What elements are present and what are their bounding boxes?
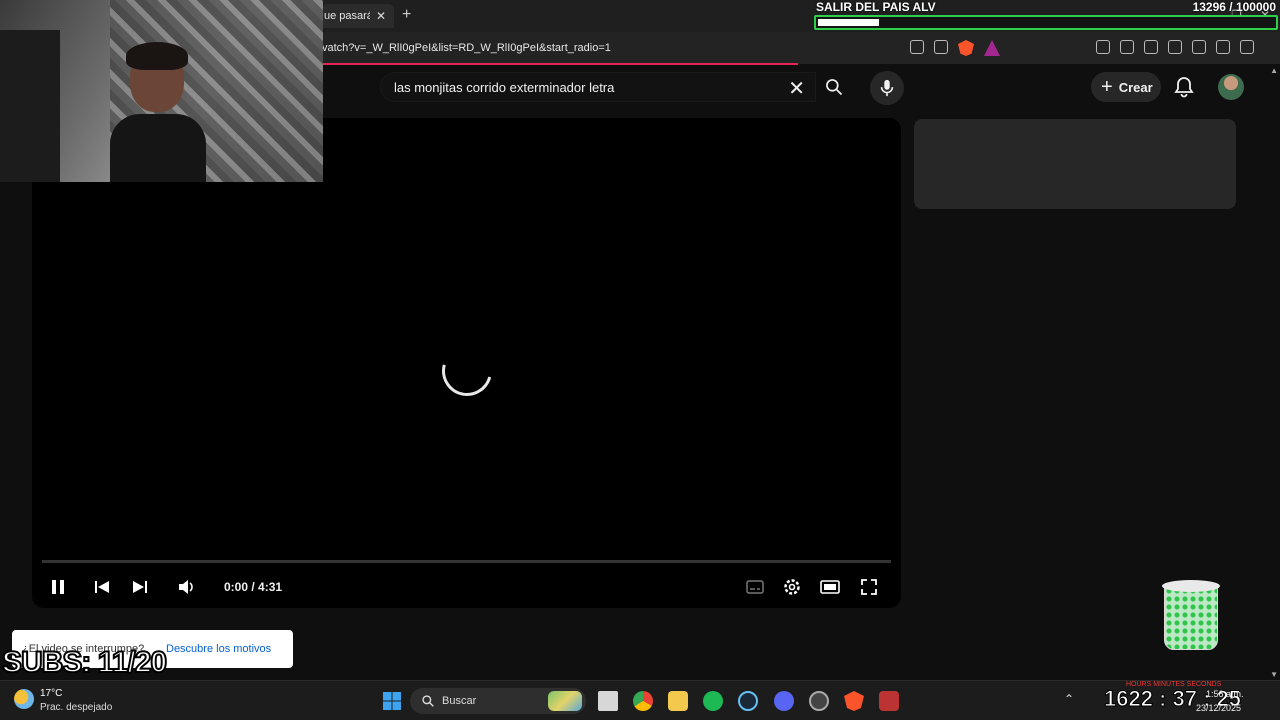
previous-button[interactable] [92,576,112,598]
steam-icon[interactable] [738,691,758,711]
settings-button[interactable] [781,576,803,598]
search-highlight-icon [548,691,582,711]
vpn-icon[interactable] [1216,40,1230,54]
captions-button[interactable] [744,576,766,598]
settings-icon [784,579,800,595]
voice-search-button[interactable] [870,71,904,105]
clear-search-icon[interactable]: ✕ [788,76,805,101]
donation-goal-widget: SALIR DEL PAIS ALV 13296 / 100000 [812,0,1280,32]
goal-progress-bar [814,15,1278,30]
create-label: Crear [1118,79,1153,95]
url-text[interactable]: vatch?v=_W_RlI0gPeI&list=RD_W_RlI0gPeI&s… [322,42,611,54]
clock-date: 23/12/2025 [1196,703,1242,713]
app2-icon[interactable] [879,691,899,711]
share-icon[interactable] [934,40,948,54]
related-video-placeholder[interactable] [914,119,1236,209]
loading-spinner-icon [432,336,502,406]
sidebar-icon[interactable] [1144,40,1158,54]
create-button[interactable]: + Crear [1091,72,1161,102]
toast-link[interactable]: Descubre los motivos [166,643,271,655]
search-input[interactable]: las monjitas corrido exterminador letra … [380,72,816,102]
brave-icon[interactable] [844,691,864,711]
clock-time: 1:56 a.m. [1206,689,1244,699]
new-tab-button[interactable]: + [402,6,411,24]
next-icon [133,581,147,593]
fullscreen-button[interactable] [858,576,880,598]
discord-icon[interactable] [774,691,794,711]
address-bar-icons [910,40,1000,56]
fullscreen-icon [861,579,877,595]
menu-icon[interactable] [1240,40,1254,54]
plus-icon: + [1101,76,1113,98]
goal-progress-fill [818,19,880,26]
video-player[interactable]: 0:00 / 4:31 [32,118,901,608]
theater-icon [820,580,840,594]
screenshot-icon[interactable] [1120,40,1134,54]
webcam-streamer [110,42,206,182]
file-explorer-icon[interactable] [668,691,688,711]
bell-icon [1174,77,1194,98]
spotify-icon[interactable] [703,691,723,711]
tab-close-icon[interactable]: ✕ [376,9,386,23]
page-load-bar [322,63,798,65]
pause-button[interactable] [48,576,68,598]
windows-start-icon[interactable] [382,691,402,711]
goal-count: 13296 / 100000 [1192,0,1276,14]
webcam-overlay [0,0,323,182]
scroll-up-icon[interactable]: ▲ [1270,66,1278,75]
chrome-icon[interactable] [633,691,653,711]
goal-title: SALIR DEL PAIS ALV [816,0,936,14]
search-button[interactable] [816,72,852,102]
weather-icon[interactable] [14,689,34,709]
recycle-bin-icon[interactable] [1160,580,1222,652]
brave-shields-icon[interactable] [958,40,974,56]
prev-icon [95,581,109,593]
weather-description: Prac. despejado [40,702,113,713]
next-button[interactable] [130,576,150,598]
weather-temperature: 17°C [40,688,63,699]
captions-icon [746,580,764,594]
browser-tab[interactable]: ue pasará ✕ [322,4,394,28]
extensions-icon[interactable] [1096,40,1110,54]
search-query[interactable]: las monjitas corrido exterminador letra [394,80,614,95]
mic-icon [880,79,894,97]
subs-counter: SUBS: 11/20 [1,645,168,680]
taskbar: 17°C Prac. despejado Buscar ⌃ HOURS MINU… [0,680,1280,720]
tab-title: ue pasará [324,10,370,22]
brave-rewards-icon[interactable] [984,40,1000,56]
taskbar-search-label: Buscar [442,695,477,707]
theater-mode-button[interactable] [819,576,841,598]
time-display: 0:00 / 4:31 [224,580,283,594]
notifications-button[interactable] [1174,76,1194,103]
cast-icon[interactable] [910,40,924,54]
scroll-down-icon[interactable]: ▼ [1270,670,1278,679]
progress-bar[interactable] [42,560,891,563]
search-icon [826,79,843,96]
toolbar-icons [1096,40,1254,54]
leo-ai-icon[interactable] [1192,40,1206,54]
search-icon [422,695,434,707]
pause-icon [52,580,64,594]
task-view-icon[interactable] [598,691,618,711]
taskbar-search[interactable]: Buscar [410,688,586,714]
avatar[interactable] [1218,74,1244,100]
wallet-icon[interactable] [1168,40,1182,54]
player-controls: 0:00 / 4:31 [32,570,901,604]
volume-button[interactable] [177,576,197,598]
webcam-chair [0,30,60,182]
volume-icon [179,580,193,594]
app-icon[interactable] [809,691,829,711]
tray-overflow-icon[interactable]: ⌃ [1064,692,1074,706]
